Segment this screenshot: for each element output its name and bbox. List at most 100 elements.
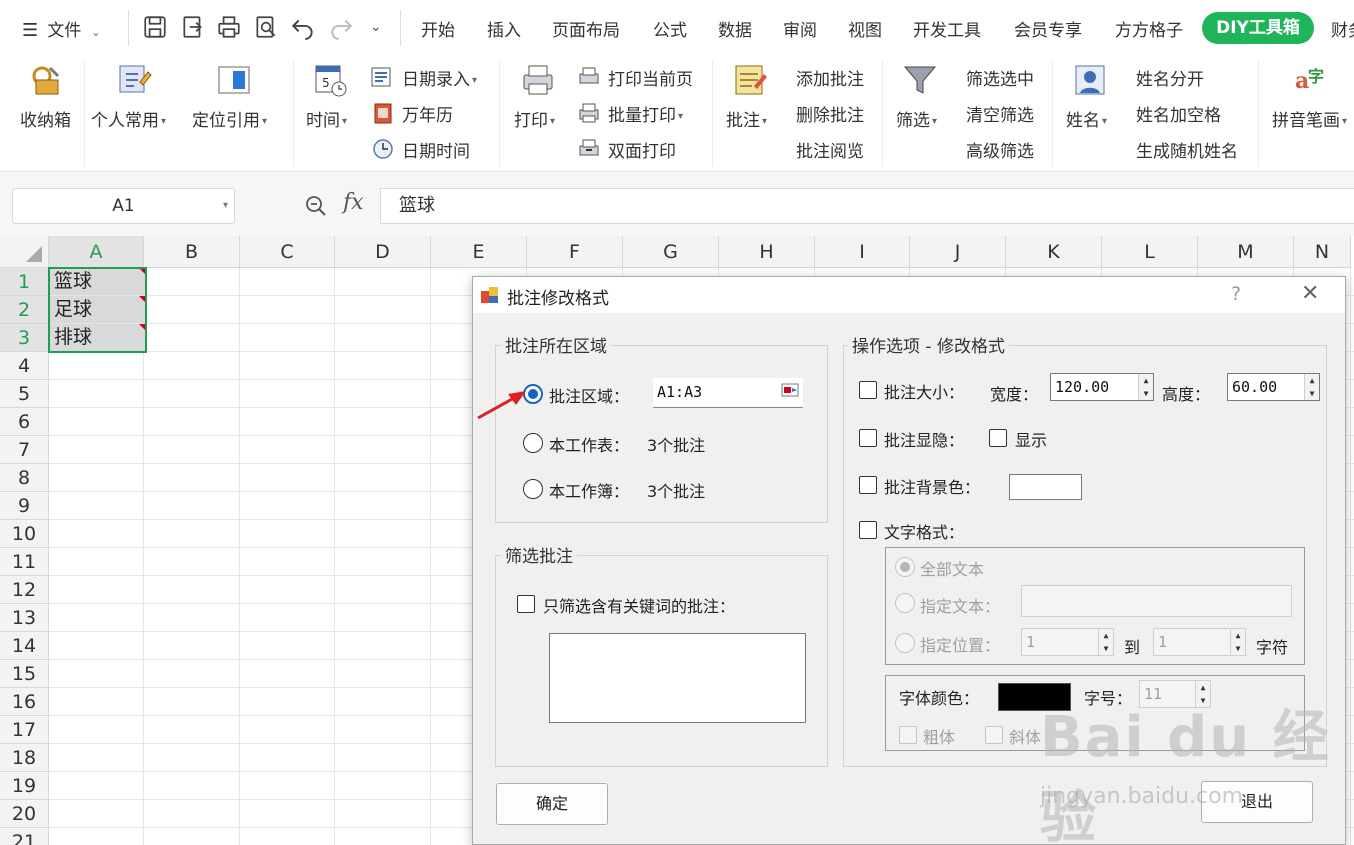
spinner-arrows-icon[interactable]: ▲ ▼ <box>1098 629 1113 655</box>
tab-finance[interactable]: 财务 <box>1331 16 1354 41</box>
keyword-filter-checkbox[interactable] <box>517 595 535 613</box>
background-color-checkbox[interactable] <box>859 476 877 494</box>
row-header-13[interactable]: 13 <box>0 604 49 632</box>
visibility-checkbox[interactable] <box>859 429 877 447</box>
select-all-corner[interactable] <box>0 236 49 268</box>
column-header-h[interactable]: H <box>719 236 815 268</box>
row-header-16[interactable]: 16 <box>0 688 49 716</box>
save-icon[interactable] <box>142 14 168 40</box>
function-icon[interactable]: fx <box>343 190 364 215</box>
tab-page-layout[interactable]: 页面布局 <box>552 16 620 41</box>
specified-text-radio[interactable] <box>895 593 915 613</box>
size-checkbox[interactable] <box>859 381 877 399</box>
row-header-9[interactable]: 9 <box>0 492 49 520</box>
name-box[interactable]: A1 ▾ <box>12 188 235 224</box>
background-color-swatch[interactable] <box>1009 474 1082 500</box>
tab-member[interactable]: 会员专享 <box>1014 16 1082 41</box>
column-header-b[interactable]: B <box>144 236 240 268</box>
spinner-arrows-icon[interactable]: ▲ ▼ <box>1138 374 1153 400</box>
tab-formulas[interactable]: 公式 <box>653 16 687 41</box>
row-header-1[interactable]: 1 <box>0 268 49 296</box>
row-header-12[interactable]: 12 <box>0 576 49 604</box>
print-current-button[interactable]: 打印当前页 <box>578 66 704 92</box>
tab-view[interactable]: 视图 <box>848 16 882 41</box>
split-name-button[interactable]: 姓名分开 <box>1136 65 1204 90</box>
row-header-15[interactable]: 15 <box>0 660 49 688</box>
column-header-m[interactable]: M <box>1198 236 1294 268</box>
datetime-button[interactable]: 日期时间 <box>370 138 488 164</box>
tab-diy-toolbox[interactable]: DIY工具箱 <box>1202 12 1314 44</box>
chevron-down-icon[interactable]: ▾ <box>223 189 228 223</box>
row-header-2[interactable]: 2 <box>0 296 49 324</box>
column-header-d[interactable]: D <box>335 236 431 268</box>
column-header-a[interactable]: A <box>49 236 144 268</box>
locate-button[interactable]: 定位引用 ▾ <box>188 56 284 166</box>
row-header-19[interactable]: 19 <box>0 772 49 800</box>
keyword-textarea[interactable] <box>549 633 806 723</box>
row-header-10[interactable]: 10 <box>0 520 49 548</box>
name-space-button[interactable]: 姓名加空格 <box>1136 101 1221 126</box>
row-header-6[interactable]: 6 <box>0 408 49 436</box>
book-radio[interactable] <box>523 479 543 499</box>
export-icon[interactable] <box>180 14 206 40</box>
tab-fangfang[interactable]: 方方格子 <box>1115 16 1183 41</box>
file-menu[interactable]: ☰ 文件 ⌄ <box>22 16 101 41</box>
column-header-g[interactable]: G <box>623 236 719 268</box>
position-to-spinner[interactable]: 1 ▲ ▼ <box>1153 628 1246 656</box>
formula-input[interactable]: 篮球 <box>380 188 1354 224</box>
column-header-k[interactable]: K <box>1006 236 1102 268</box>
zoom-lookup-icon[interactable] <box>304 194 328 218</box>
row-header-20[interactable]: 20 <box>0 800 49 828</box>
column-header-c[interactable]: C <box>240 236 335 268</box>
row-header-3[interactable]: 3 <box>0 324 49 352</box>
calendar-button[interactable]: 万年历 <box>370 102 488 128</box>
spinner-arrows-icon[interactable]: ▲ ▼ <box>1304 374 1319 400</box>
column-header-i[interactable]: I <box>815 236 910 268</box>
row-header-21[interactable]: 21 <box>0 828 49 845</box>
print-icon[interactable] <box>216 14 242 40</box>
tab-developer[interactable]: 开发工具 <box>913 16 981 41</box>
bold-checkbox[interactable] <box>899 726 917 744</box>
row-header-7[interactable]: 7 <box>0 436 49 464</box>
print-preview-icon[interactable] <box>253 14 279 40</box>
specified-position-radio[interactable] <box>895 633 915 653</box>
name-button[interactable]: 姓名 ▾ <box>1060 56 1122 166</box>
column-header-f[interactable]: F <box>527 236 623 268</box>
show-checkbox[interactable] <box>989 429 1007 447</box>
comment-button[interactable]: 批注 ▾ <box>720 56 782 166</box>
random-name-button[interactable]: 生成随机姓名 <box>1136 137 1238 162</box>
undo-icon[interactable] <box>290 14 316 40</box>
duplex-print-button[interactable]: 双面打印 <box>578 138 704 164</box>
width-spinner[interactable]: 120.00 ▲ ▼ <box>1050 373 1154 401</box>
read-comment-button[interactable]: 批注阅览 <box>796 137 864 162</box>
text-format-checkbox[interactable] <box>859 521 877 539</box>
filter-selected-button[interactable]: 筛选选中 <box>966 65 1034 90</box>
column-header-l[interactable]: L <box>1102 236 1198 268</box>
ok-button[interactable]: 确定 <box>496 783 608 825</box>
row-header-17[interactable]: 17 <box>0 716 49 744</box>
column-header-n[interactable]: N <box>1294 236 1351 268</box>
print-button[interactable]: 打印 ▾ <box>506 56 568 166</box>
add-comment-button[interactable]: 添加批注 <box>796 65 864 90</box>
specified-text-input[interactable] <box>1021 585 1292 617</box>
close-button[interactable]: ✕ <box>1301 281 1319 306</box>
tab-review[interactable]: 审阅 <box>783 16 817 41</box>
delete-comment-button[interactable]: 删除批注 <box>796 101 864 126</box>
advanced-filter-button[interactable]: 高级筛选 <box>966 137 1034 162</box>
storage-button[interactable]: 收纳箱 <box>10 56 82 166</box>
clear-filter-button[interactable]: 清空筛选 <box>966 101 1034 126</box>
italic-checkbox[interactable] <box>985 726 1003 744</box>
row-header-8[interactable]: 8 <box>0 464 49 492</box>
batch-print-button[interactable]: 批量打印 ▾ <box>578 102 704 128</box>
row-header-11[interactable]: 11 <box>0 548 49 576</box>
date-entry-button[interactable]: 日期录入 ▾ <box>370 66 488 92</box>
tab-home[interactable]: 开始 <box>421 16 455 41</box>
personal-button[interactable]: 个人常用 ▾ <box>88 56 180 166</box>
row-header-5[interactable]: 5 <box>0 380 49 408</box>
row-header-18[interactable]: 18 <box>0 744 49 772</box>
pinyin-button[interactable]: a字 拼音笔画 ▾ <box>1266 56 1354 166</box>
row-header-4[interactable]: 4 <box>0 352 49 380</box>
quick-access-dropdown-icon[interactable]: ⌄ <box>370 19 382 35</box>
column-header-e[interactable]: E <box>431 236 527 268</box>
range-picker-icon[interactable] <box>781 382 799 398</box>
